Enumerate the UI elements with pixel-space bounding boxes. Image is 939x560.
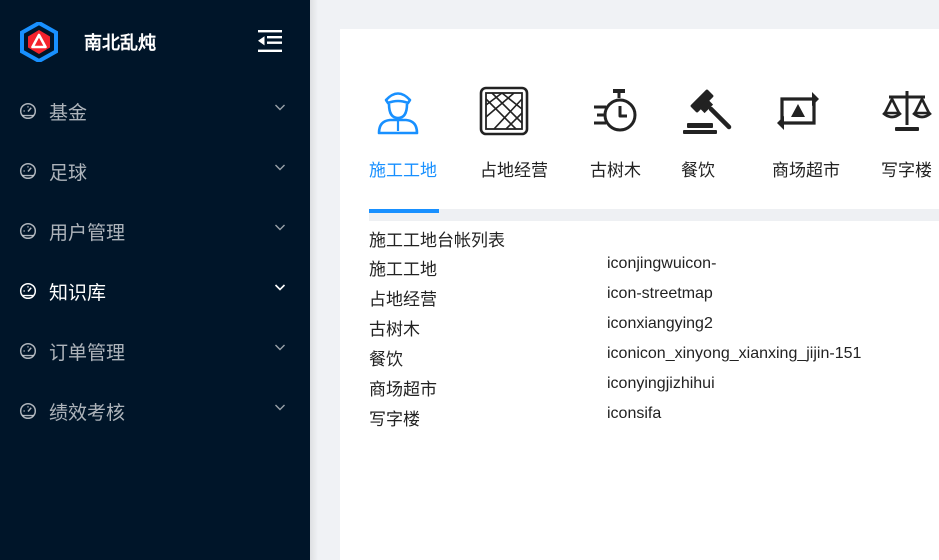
category-tabs: 施工工地 占地经营 古树木 餐饮 商场超市 写字楼 xyxy=(340,29,939,214)
tab-label: 施工工地 xyxy=(369,161,437,181)
row-name: 占地经营 xyxy=(369,290,437,310)
tab-office-building[interactable]: 写字楼 xyxy=(881,29,939,214)
sidebar-item-football[interactable]: 足球 xyxy=(0,140,310,200)
row-name: 商场超市 xyxy=(369,380,437,400)
content-card: 施工工地 占地经营 古树木 餐饮 商场超市 写字楼 施工工地台帐列表 施工工地 … xyxy=(340,29,939,560)
logo-icon xyxy=(20,22,58,62)
sidebar-item-performance[interactable]: 绩效考核 xyxy=(0,380,310,440)
tab-catering[interactable]: 餐饮 xyxy=(681,29,733,214)
sidebar: 南北乱炖 基金 足球 用户管理 知识库 订单管理 绩效考核 xyxy=(0,0,310,560)
sidebar-shadow xyxy=(310,0,318,560)
tab-label: 商场超市 xyxy=(772,161,840,181)
dashboard-icon xyxy=(19,222,37,240)
sidebar-item-knowledge-base[interactable]: 知识库 xyxy=(0,260,310,320)
sidebar-item-label: 订单管理 xyxy=(49,342,126,364)
table-row: 施工工地 iconjingwuicon- xyxy=(369,255,929,285)
dashboard-icon xyxy=(19,102,37,120)
table-row: 商场超市 iconyingjizhihui xyxy=(369,375,929,405)
row-icon-class: iconjingwuicon- xyxy=(607,255,717,272)
menu-fold-icon[interactable] xyxy=(257,28,283,54)
chevron-down-icon xyxy=(275,164,285,171)
row-name: 古树木 xyxy=(369,320,420,340)
sidebar-item-user-management[interactable]: 用户管理 xyxy=(0,200,310,260)
cycle-arrows-icon xyxy=(777,92,819,130)
table-row: 占地经营 icon-streetmap xyxy=(369,285,929,315)
tab-label: 古树木 xyxy=(590,161,641,181)
tab-shopping-mall[interactable]: 商场超市 xyxy=(772,29,844,214)
scales-icon xyxy=(882,91,932,131)
tab-ink-bar xyxy=(369,209,439,213)
tab-land-operation[interactable]: 占地经营 xyxy=(479,29,552,214)
table-row: 古树木 iconxiangying2 xyxy=(369,315,929,345)
worker-icon xyxy=(377,92,419,135)
table-row: 写字楼 iconsifa xyxy=(369,405,929,435)
row-icon-class: icon-streetmap xyxy=(607,285,713,302)
street-map-icon xyxy=(479,86,529,136)
row-name: 写字楼 xyxy=(369,410,420,430)
sidebar-item-order-management[interactable]: 订单管理 xyxy=(0,320,310,380)
sidebar-item-label: 绩效考核 xyxy=(49,402,126,424)
chevron-down-icon xyxy=(275,104,285,111)
dashboard-icon xyxy=(19,342,37,360)
sidebar-item-label: 足球 xyxy=(49,162,88,184)
dashboard-icon xyxy=(19,162,37,180)
table-title: 施工工地台帐列表 xyxy=(369,231,505,251)
chevron-down-icon xyxy=(275,224,285,231)
tab-label: 餐饮 xyxy=(681,161,715,181)
table-row: 餐饮 iconicon_xinyong_xianxing_jijin-151 xyxy=(369,345,929,375)
logo-row: 南北乱炖 xyxy=(0,0,310,84)
row-icon-class: iconicon_xinyong_xianxing_jijin-151 xyxy=(607,345,862,362)
row-icon-class: iconyingjizhihui xyxy=(607,375,715,392)
row-icon-class: iconsifa xyxy=(607,405,662,422)
dashboard-icon xyxy=(19,282,37,300)
chevron-down-icon xyxy=(274,284,286,291)
dashboard-icon xyxy=(19,402,37,420)
sidebar-item-label: 用户管理 xyxy=(49,222,126,244)
sidebar-item-fund[interactable]: 基金 xyxy=(0,80,310,140)
tab-construction-site[interactable]: 施工工地 xyxy=(369,29,441,214)
tabs-divider xyxy=(369,209,939,221)
chevron-down-icon xyxy=(275,404,285,411)
tab-ancient-trees[interactable]: 古树木 xyxy=(590,29,644,214)
gavel-icon xyxy=(683,89,732,134)
row-icon-class: iconxiangying2 xyxy=(607,315,713,332)
sidebar-menu: 基金 足球 用户管理 知识库 订单管理 绩效考核 xyxy=(0,80,310,440)
app-title: 南北乱炖 xyxy=(84,33,156,54)
sidebar-item-label: 知识库 xyxy=(49,282,107,304)
sidebar-item-label: 基金 xyxy=(49,102,88,124)
chevron-down-icon xyxy=(275,344,285,351)
stopwatch-icon xyxy=(594,89,637,132)
row-name: 餐饮 xyxy=(369,350,403,370)
tab-label: 占地经营 xyxy=(480,161,548,181)
tab-label: 写字楼 xyxy=(881,161,932,181)
row-name: 施工工地 xyxy=(369,260,437,280)
